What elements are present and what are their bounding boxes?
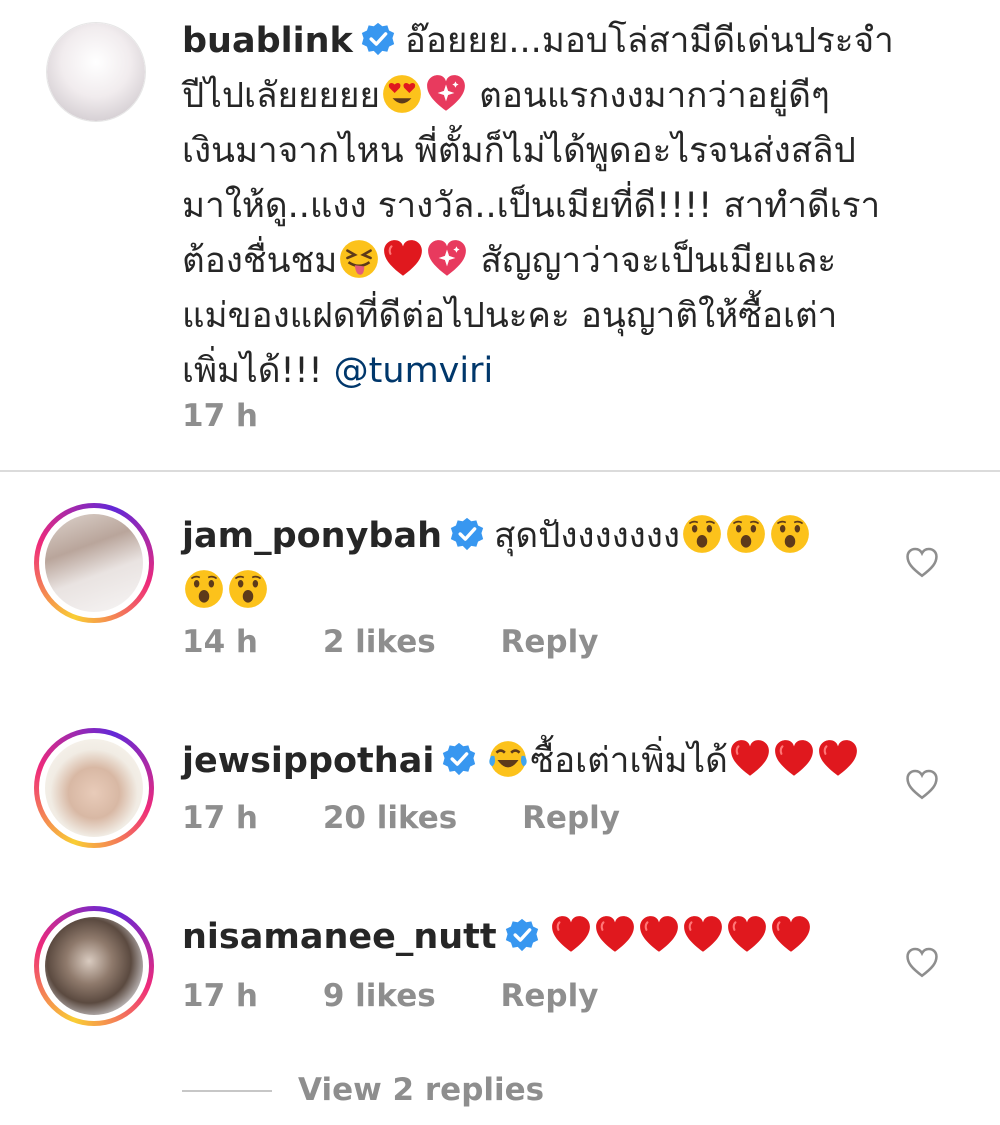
tears-of-joy-emoji-icon <box>487 738 529 780</box>
avatar[interactable] <box>34 728 154 848</box>
comment-username[interactable]: jewsippothai <box>182 741 434 781</box>
caption-line: ปีไปเลัยยยยย <box>182 76 380 116</box>
reply-button[interactable]: Reply <box>500 624 598 660</box>
caption-line: เพิ่มได้!!! <box>182 351 323 391</box>
caption-text: buablink อ๊อยยย...มอบโล่สามีดีเด่นประจำ ป… <box>182 14 972 399</box>
comment-username[interactable]: jam_ponybah <box>182 516 442 556</box>
likes-count[interactable]: 20 likes <box>323 800 457 836</box>
replies-divider <box>182 1090 272 1092</box>
heart-eyes-emoji-icon <box>381 73 423 115</box>
surprised-face-emoji-icon <box>227 568 269 610</box>
avatar[interactable] <box>46 22 146 122</box>
surprised-face-emoji-icon <box>725 513 767 555</box>
mention-link[interactable]: @tumviri <box>334 351 494 391</box>
likes-count[interactable]: 9 likes <box>323 978 436 1014</box>
like-heart-icon[interactable] <box>905 768 939 802</box>
caption-line: ต้องชื่นชม <box>182 241 338 281</box>
post-meta: 17 h <box>182 398 312 434</box>
reply-button[interactable]: Reply <box>522 800 620 836</box>
surprised-face-emoji-icon <box>681 513 723 555</box>
comment-timestamp: 17 h <box>182 800 259 836</box>
comment-meta: 14 h 2 likes Reply <box>182 624 652 660</box>
caption-line: สัญญาว่าจะเป็นเมียและ <box>480 241 837 281</box>
caption-line: ตอนแรกงงมากว่าอยู่ดีๆ <box>479 76 830 116</box>
caption-line: มาให้ดู..แงง รางวัล..เป็นเมียที่ดี!!!! ส… <box>182 186 881 226</box>
squinting-tongue-emoji-icon <box>338 238 380 280</box>
comment-meta: 17 h 20 likes Reply <box>182 800 674 836</box>
verified-icon <box>361 22 395 56</box>
verified-icon <box>442 742 476 776</box>
red-heart-emoji-icon <box>594 914 636 956</box>
sparkling-heart-emoji-icon <box>425 73 467 115</box>
surprised-face-emoji-icon <box>769 513 811 555</box>
red-heart-emoji-icon <box>382 238 424 280</box>
avatar[interactable] <box>34 503 154 623</box>
red-heart-emoji-icon <box>682 914 724 956</box>
red-heart-emoji-icon <box>726 914 768 956</box>
like-heart-icon[interactable] <box>905 546 939 580</box>
comment-meta: 17 h 9 likes Reply <box>182 978 652 1014</box>
red-heart-emoji-icon <box>638 914 680 956</box>
red-heart-emoji-icon <box>773 738 815 780</box>
comment-timestamp: 17 h <box>182 978 259 1014</box>
comment-text: nisamanee_nutt <box>182 910 922 965</box>
reply-button[interactable]: Reply <box>500 978 598 1014</box>
verified-icon <box>450 517 484 551</box>
likes-count[interactable]: 2 likes <box>323 624 436 660</box>
comment-text: jewsippothai ซื้อเต่าเพิ่มได้ <box>182 734 922 789</box>
verified-icon <box>505 918 539 952</box>
like-heart-icon[interactable] <box>905 946 939 980</box>
comment-timestamp: 14 h <box>182 624 259 660</box>
surprised-face-emoji-icon <box>183 568 225 610</box>
post-caption: buablink อ๊อยยย...มอบโล่สามีดีเด่นประจำ ป… <box>0 0 1000 470</box>
caption-line: แม่ของแฝดที่ดีต่อไปนะคะ อนุญาติให้ซื้อเต… <box>182 296 838 336</box>
view-replies-button[interactable]: View 2 replies <box>298 1072 544 1108</box>
red-heart-emoji-icon <box>550 914 592 956</box>
red-heart-emoji-icon <box>729 738 771 780</box>
caption-line: เงินมาจากไหน พี่ตั้มก็ไม่ได้พูดอะไรจนส่ง… <box>182 131 856 171</box>
divider <box>0 470 1000 472</box>
post-timestamp: 17 h <box>182 398 259 434</box>
comment-body: ซื้อเต่าเพิ่มได้ <box>530 741 728 781</box>
red-heart-emoji-icon <box>817 738 859 780</box>
caption-line: อ๊อยยย...มอบโล่สามีดีเด่นประจำ <box>404 21 894 61</box>
avatar[interactable] <box>34 906 154 1026</box>
post-username[interactable]: buablink <box>182 21 353 61</box>
comment-username[interactable]: nisamanee_nutt <box>182 917 497 957</box>
comment-text: jam_ponybah สุดปังงงงงงง <box>182 509 922 619</box>
comment-body: สุดปังงงงงงง <box>494 516 680 556</box>
red-heart-emoji-icon <box>770 914 812 956</box>
sparkling-heart-emoji-icon <box>426 238 468 280</box>
